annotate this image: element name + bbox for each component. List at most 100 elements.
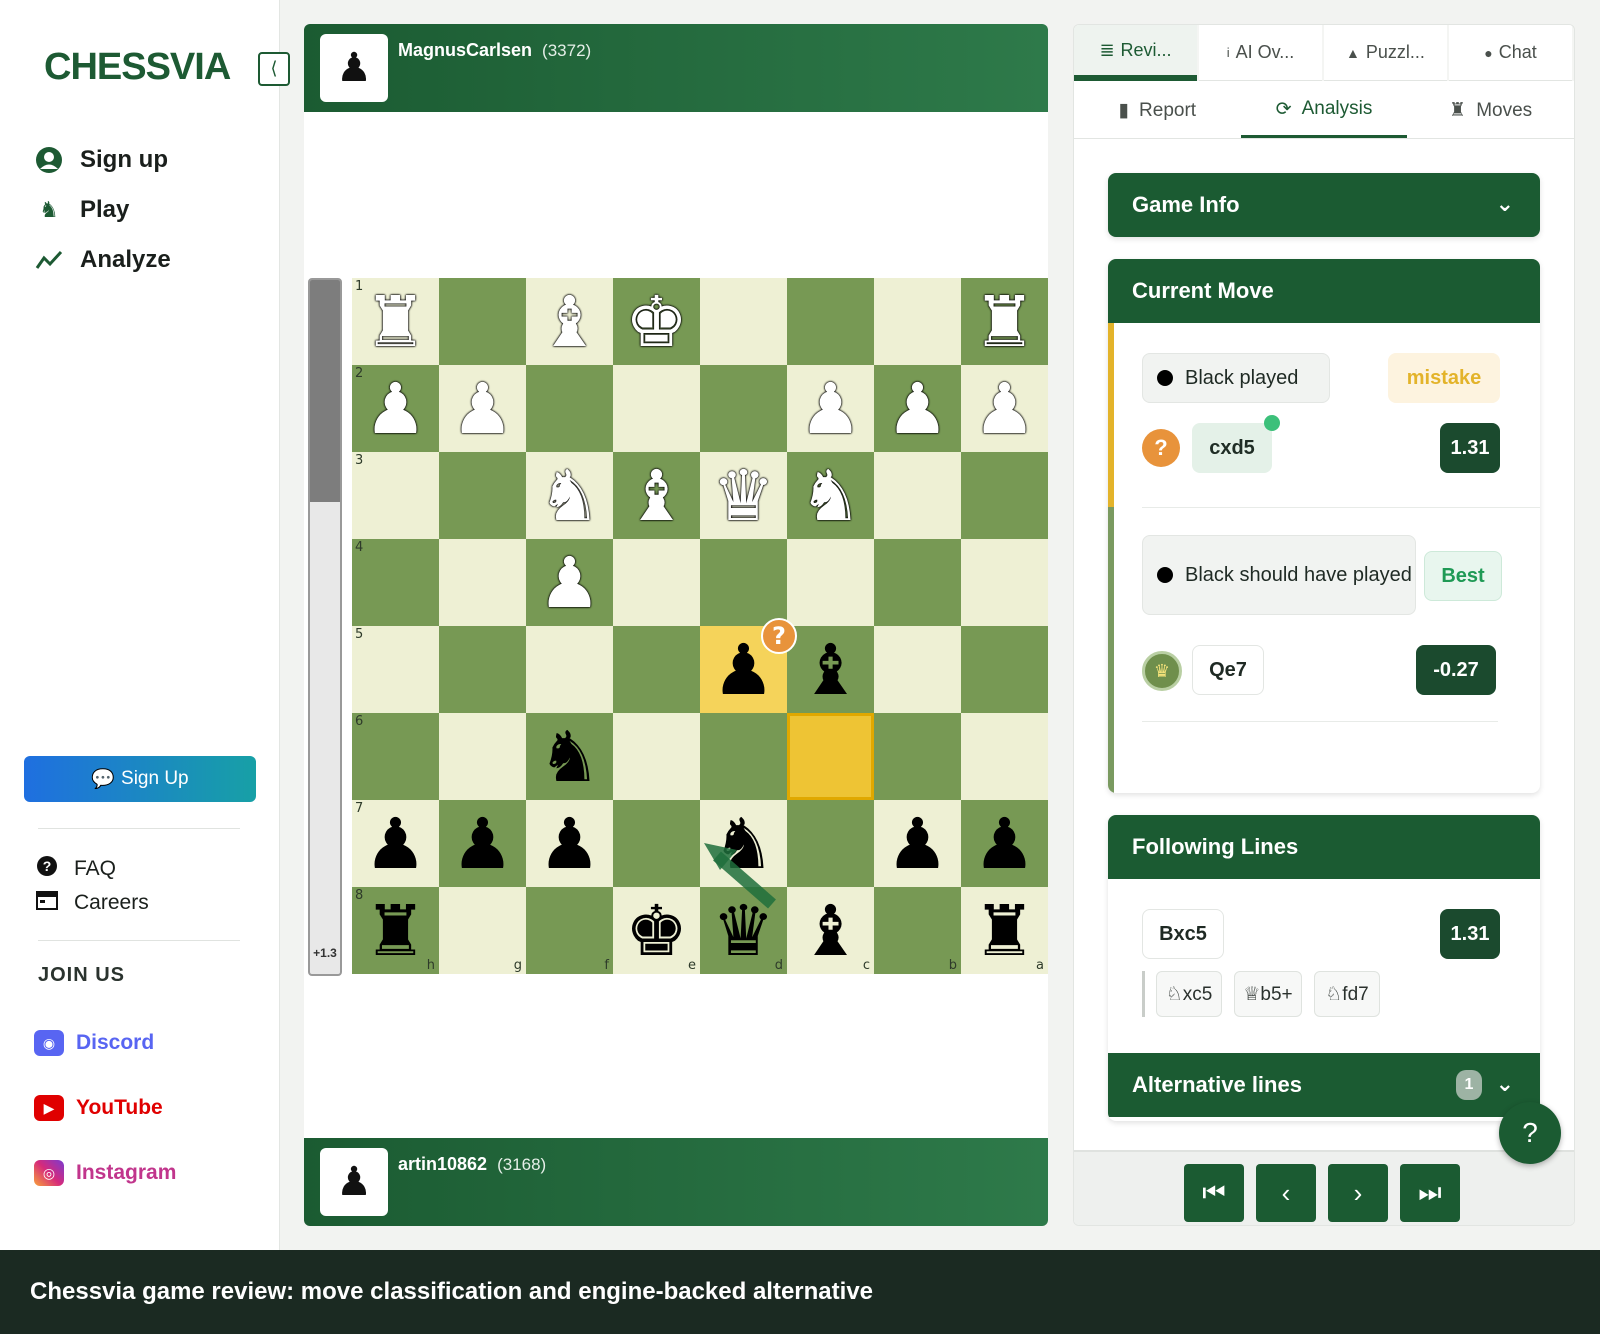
careers-link[interactable]: Careers bbox=[34, 890, 149, 916]
square-e3[interactable]: ♝ bbox=[613, 452, 700, 539]
chess-board[interactable]: 1 ♜ ♝ ♚ ♜ 2 ♟ ♟ ♟ ♟ ♟ 3 ♞ ♝ ♛ ♞ 4 ♟ 5 ♟? ♝ 6 ♞ 7 ♟ ♟ ♟ ♞ ♟ ♟ 8 h ♜ g f e ♚ d ♛… bbox=[352, 278, 1048, 974]
square-c8[interactable]: c ♝ bbox=[787, 887, 874, 974]
square-d3[interactable]: ♛ bbox=[700, 452, 787, 539]
square-c7[interactable] bbox=[787, 800, 874, 887]
square-a1[interactable]: ♜ bbox=[961, 278, 1048, 365]
player-name[interactable]: MagnusCarlsen bbox=[398, 40, 532, 61]
square-b2[interactable]: ♟ bbox=[874, 365, 961, 452]
nav-analyze[interactable]: Analyze bbox=[34, 235, 171, 285]
tab-review[interactable]: ≣ Revi... bbox=[1074, 25, 1197, 81]
next-move-button[interactable]: › bbox=[1328, 1164, 1388, 1222]
black-knight-icon[interactable]: ♞ bbox=[712, 809, 775, 879]
square-f1[interactable]: ♝ bbox=[526, 278, 613, 365]
white-rook-icon[interactable]: ♜ bbox=[364, 287, 427, 357]
black-rook-icon[interactable]: ♜ bbox=[973, 896, 1036, 966]
square-f3[interactable]: ♞ bbox=[526, 452, 613, 539]
square-h8[interactable]: 8 h ♜ bbox=[352, 887, 439, 974]
black-pawn-icon[interactable]: ♟ bbox=[451, 809, 514, 879]
square-f5[interactable] bbox=[526, 626, 613, 713]
square-b7[interactable]: ♟ bbox=[874, 800, 961, 887]
game-info-card[interactable]: Game Info ⌄ bbox=[1108, 173, 1540, 237]
square-e4[interactable] bbox=[613, 539, 700, 626]
square-g4[interactable] bbox=[439, 539, 526, 626]
square-h5[interactable]: 5 bbox=[352, 626, 439, 713]
white-king-icon[interactable]: ♚ bbox=[625, 287, 688, 357]
black-king-icon[interactable]: ♚ bbox=[625, 896, 688, 966]
white-pawn-icon[interactable]: ♟ bbox=[886, 374, 949, 444]
square-a8[interactable]: a ♜ bbox=[961, 887, 1048, 974]
black-bishop-icon[interactable]: ♝ bbox=[799, 896, 862, 966]
youtube-link[interactable]: ▶ YouTube bbox=[34, 1095, 163, 1121]
black-pawn-icon[interactable]: ♟ bbox=[886, 809, 949, 879]
discord-link[interactable]: ◉ Discord bbox=[34, 1030, 154, 1056]
collapse-sidebar-icon[interactable]: ⟨ bbox=[258, 52, 290, 86]
square-f6[interactable]: ♞ bbox=[526, 713, 613, 800]
alternative-lines-header[interactable]: Alternative lines 1 ⌄ bbox=[1108, 1053, 1540, 1117]
square-d2[interactable] bbox=[700, 365, 787, 452]
white-pawn-icon[interactable]: ♟ bbox=[538, 548, 601, 618]
white-pawn-icon[interactable]: ♟ bbox=[364, 374, 427, 444]
subtab-moves[interactable]: ♜ Moves bbox=[1407, 83, 1574, 138]
square-b4[interactable] bbox=[874, 539, 961, 626]
square-h1[interactable]: 1 ♜ bbox=[352, 278, 439, 365]
subtab-analysis[interactable]: ⟳ Analysis bbox=[1240, 83, 1408, 138]
nav-sign-up[interactable]: Sign up bbox=[34, 135, 171, 185]
square-a6[interactable] bbox=[961, 713, 1048, 800]
prev-move-button[interactable]: ‹ bbox=[1256, 1164, 1316, 1222]
white-bishop-icon[interactable]: ♝ bbox=[538, 287, 601, 357]
black-pawn-icon[interactable]: ♟ bbox=[973, 809, 1036, 879]
square-a4[interactable] bbox=[961, 539, 1048, 626]
square-g5[interactable] bbox=[439, 626, 526, 713]
white-knight-icon[interactable]: ♞ bbox=[799, 461, 862, 531]
square-h3[interactable]: 3 bbox=[352, 452, 439, 539]
black-pawn-icon[interactable]: ♟ bbox=[538, 809, 601, 879]
square-f8[interactable]: f bbox=[526, 887, 613, 974]
black-bishop-icon[interactable]: ♝ bbox=[799, 635, 862, 705]
nav-play[interactable]: ♞ Play bbox=[34, 185, 171, 235]
played-move[interactable]: cxd5 bbox=[1192, 415, 1280, 473]
white-knight-icon[interactable]: ♞ bbox=[538, 461, 601, 531]
continuation-move[interactable]: ♕b5+ bbox=[1234, 971, 1302, 1017]
square-g2[interactable]: ♟ bbox=[439, 365, 526, 452]
square-f7[interactable]: ♟ bbox=[526, 800, 613, 887]
sign-up-button[interactable]: 💬 Sign Up bbox=[24, 756, 256, 802]
black-knight-icon[interactable]: ♞ bbox=[538, 722, 601, 792]
square-g7[interactable]: ♟ bbox=[439, 800, 526, 887]
last-move-button[interactable]: ⏭ bbox=[1400, 1164, 1460, 1222]
white-pawn-icon[interactable]: ♟ bbox=[799, 374, 862, 444]
black-pawn-icon[interactable]: ♟ bbox=[364, 809, 427, 879]
square-d8[interactable]: d ♛ bbox=[700, 887, 787, 974]
tab-puzzles[interactable]: ▲ Puzzl... bbox=[1324, 25, 1447, 81]
square-a7[interactable]: ♟ bbox=[961, 800, 1048, 887]
square-e2[interactable] bbox=[613, 365, 700, 452]
square-c6[interactable] bbox=[787, 713, 874, 800]
brand-logo[interactable]: CHESSVIA bbox=[44, 46, 231, 89]
square-a3[interactable] bbox=[961, 452, 1048, 539]
square-h4[interactable]: 4 bbox=[352, 539, 439, 626]
white-pawn-icon[interactable]: ♟ bbox=[973, 374, 1036, 444]
black-queen-icon[interactable]: ♛ bbox=[712, 896, 775, 966]
black-rook-icon[interactable]: ♜ bbox=[364, 896, 427, 966]
white-pawn-icon[interactable]: ♟ bbox=[451, 374, 514, 444]
square-e5[interactable] bbox=[613, 626, 700, 713]
square-g1[interactable] bbox=[439, 278, 526, 365]
square-d5[interactable]: ♟? bbox=[700, 618, 797, 713]
first-move-button[interactable]: ⏮ bbox=[1184, 1164, 1244, 1222]
square-e7[interactable] bbox=[613, 800, 700, 887]
square-d4[interactable] bbox=[700, 539, 787, 626]
square-c1[interactable] bbox=[787, 278, 874, 365]
white-bishop-icon[interactable]: ♝ bbox=[625, 461, 688, 531]
square-a5[interactable] bbox=[961, 626, 1048, 713]
square-d1[interactable] bbox=[700, 278, 787, 365]
square-b1[interactable] bbox=[874, 278, 961, 365]
square-g8[interactable]: g bbox=[439, 887, 526, 974]
subtab-report[interactable]: ▮ Report bbox=[1074, 83, 1241, 138]
square-f4[interactable]: ♟ bbox=[526, 539, 613, 626]
square-b3[interactable] bbox=[874, 452, 961, 539]
square-c5[interactable]: ♝ bbox=[787, 626, 874, 713]
square-d7[interactable]: ♞ bbox=[700, 800, 787, 887]
best-move[interactable]: Qe7 bbox=[1192, 645, 1264, 695]
following-move[interactable]: Bxc5 bbox=[1142, 909, 1224, 959]
continuation-move[interactable]: ♘fd7 bbox=[1314, 971, 1380, 1017]
square-f2[interactable] bbox=[526, 365, 613, 452]
